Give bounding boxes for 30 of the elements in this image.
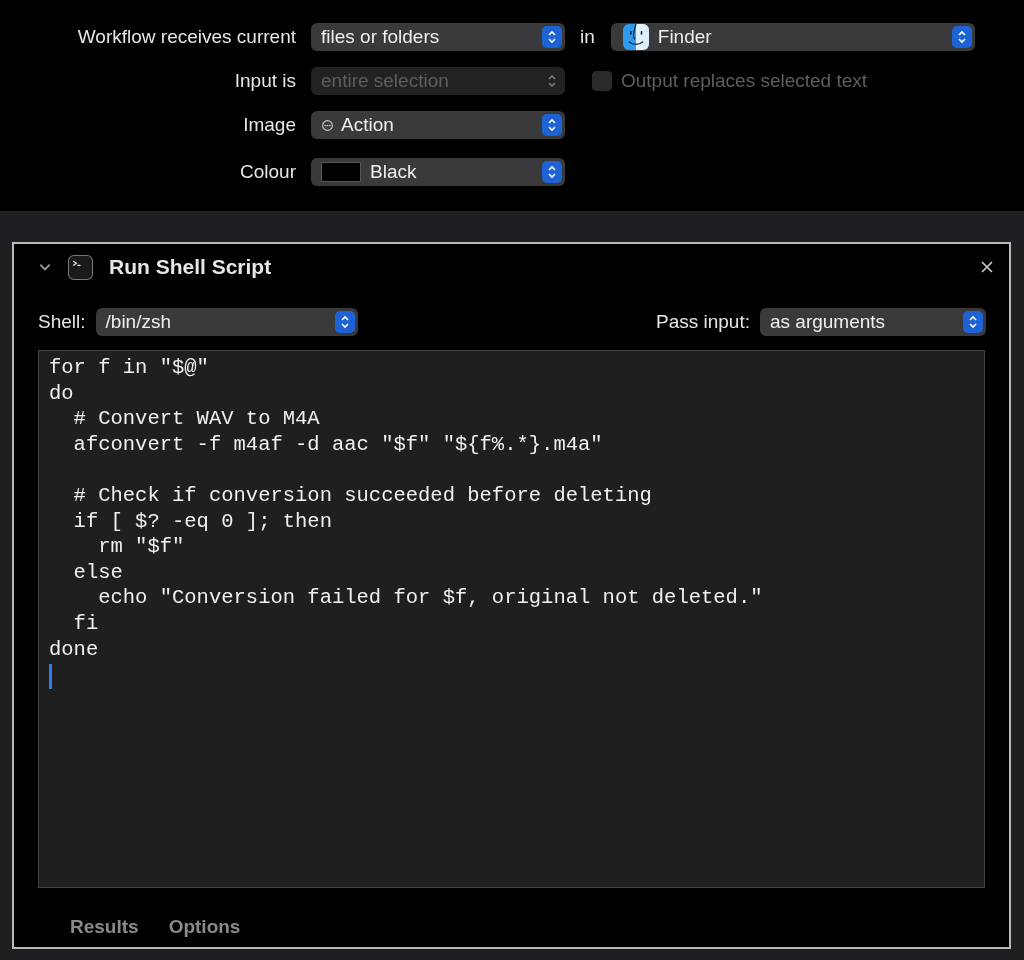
shell-popup-button[interactable]: /bin/zsh	[95, 308, 358, 336]
script-code: for f in "$@" do # Convert WAV to M4A afconvert -f m4af -d aac "$f" "${f%.*}.m4a" # Check if conversion succeeded before deleting if [ $? -eq 0 ]; then rm "$f" else echo "Conversion failed for $f, original not deleted." fi done	[49, 355, 764, 663]
close-icon[interactable]	[981, 261, 993, 273]
app-popup-button[interactable]: Finder	[610, 23, 975, 51]
chevron-updown-icon	[334, 311, 355, 333]
field-label: Input is	[233, 70, 296, 92]
panel-tab[interactable]: Options	[168, 916, 241, 938]
chevron-updown-icon	[963, 311, 983, 333]
script-editor[interactable]	[38, 350, 985, 888]
chevron-updown-icon	[542, 114, 562, 136]
field-label: Workflow receives current	[76, 26, 296, 48]
pass-input-label: Pass input:	[656, 311, 750, 333]
popup-button[interactable]: Black	[311, 158, 565, 186]
action-title: Run Shell Script	[109, 255, 273, 279]
field-label: Image	[242, 114, 296, 136]
popup-button[interactable]: files or folders	[311, 23, 565, 51]
pass-input-popup-button[interactable]: as arguments	[760, 308, 986, 336]
shell-label: Shell:	[38, 311, 86, 333]
panel-tab[interactable]: Results	[70, 916, 139, 938]
smiling-face-icon	[622, 24, 649, 50]
popup-button[interactable]: Action	[311, 111, 565, 139]
chevron-updown-icon	[951, 26, 972, 48]
action-icon	[321, 118, 334, 132]
field-label: Colour	[239, 161, 296, 183]
terminal-icon	[68, 254, 93, 280]
text-cursor	[49, 664, 52, 690]
chevron-updown-icon	[542, 161, 562, 183]
chevron-updown-icon	[542, 26, 562, 48]
in-label: in	[580, 26, 595, 48]
checkbox-label: Output replaces selected text	[621, 70, 868, 92]
